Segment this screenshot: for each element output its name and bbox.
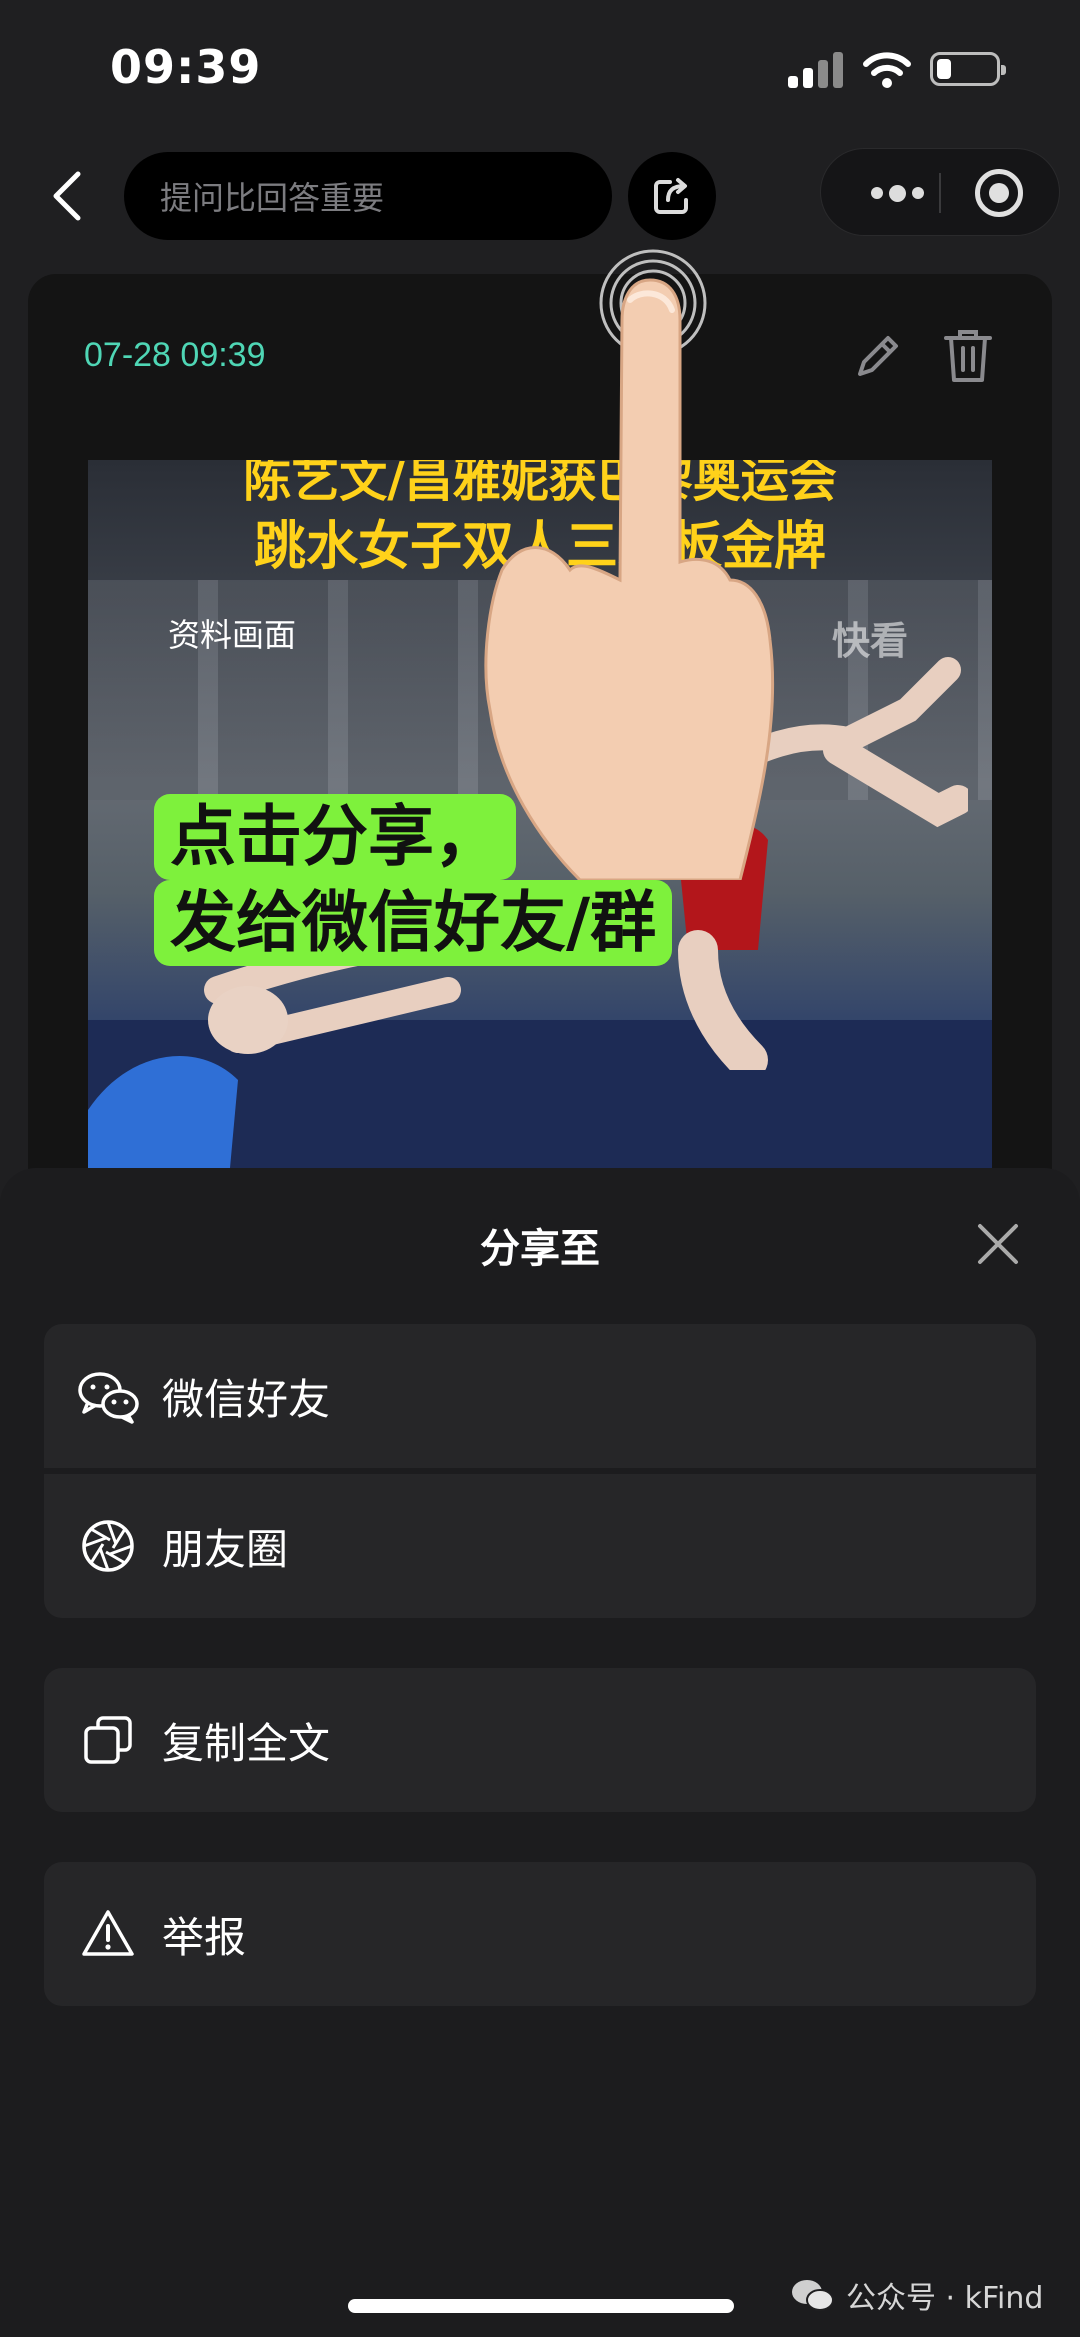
share-icon: [654, 178, 688, 214]
close-miniprogram-button[interactable]: [975, 169, 1023, 217]
back-button[interactable]: [30, 158, 106, 234]
media-title-line2: 跳水女子双人三米板金牌: [253, 517, 826, 577]
media-caption: 资料画面: [168, 616, 297, 654]
dot-icon: [870, 187, 883, 199]
status-time: 09:39: [110, 40, 262, 94]
dot-icon: [888, 184, 906, 202]
warning-icon: [76, 1902, 140, 1966]
moments-icon: [76, 1514, 140, 1578]
battery-icon: [930, 52, 1006, 86]
share-hint-label: 点击分享， 发给微信好友/群: [154, 794, 673, 966]
share-hint-line2: 发给微信好友/群: [154, 880, 673, 966]
copy-icon: [76, 1708, 140, 1772]
wifi-icon: [863, 52, 911, 88]
edit-icon[interactable]: [850, 328, 906, 384]
share-sheet: 分享至 微信好友 朋友圈 复制全文 举报: [0, 1168, 1080, 2337]
sheet-title: 分享至: [480, 1226, 600, 1272]
option-label: 微信好友: [162, 1374, 331, 1424]
top-nav: 提问比回答重要: [0, 148, 1080, 244]
media-title-line1: 陈艺文/昌雅妮获巴黎奥运会: [243, 460, 837, 508]
trash-icon[interactable]: [940, 326, 996, 386]
miniprogram-capsule: [820, 148, 1060, 236]
capsule-divider: [939, 173, 941, 213]
search-placeholder: 提问比回答重要: [160, 179, 385, 217]
copy-full-text-option[interactable]: 复制全文: [44, 1668, 1036, 1812]
share-moments-option[interactable]: 朋友圈: [44, 1474, 1036, 1618]
card-date: 07-28 09:39: [84, 336, 266, 374]
option-label: 举报: [162, 1912, 247, 1962]
status-bar: 09:39: [0, 0, 1080, 130]
search-input[interactable]: 提问比回答重要: [124, 152, 612, 240]
option-label: 朋友圈: [162, 1524, 289, 1574]
share-button[interactable]: [628, 152, 716, 240]
footer-watermark: 公众号 · kFind: [790, 2273, 1043, 2317]
wechat-icon: [76, 1364, 140, 1428]
report-option[interactable]: 举报: [44, 1862, 1036, 2006]
share-hint-line1: 点击分享，: [154, 794, 516, 880]
share-wechat-friend-option[interactable]: 微信好友: [44, 1324, 1036, 1468]
chevron-left-icon: [53, 171, 81, 221]
wechat-icon: [792, 2280, 834, 2311]
page: 09:39 提问比回答重要 07-28 09:39 陈艺文/昌雅妮获巴黎奥运会 …: [0, 0, 1080, 2337]
option-label: 复制全文: [162, 1718, 331, 1768]
diver-figure: [88, 930, 461, 1180]
more-options-button[interactable]: [855, 175, 939, 211]
footer-watermark-text: 公众号 · kFind: [846, 2281, 1044, 2316]
home-indicator[interactable]: [348, 2299, 734, 2313]
cellular-signal-icon: [788, 52, 844, 88]
dot-icon: [911, 187, 924, 199]
close-icon[interactable]: [970, 1216, 1026, 1272]
